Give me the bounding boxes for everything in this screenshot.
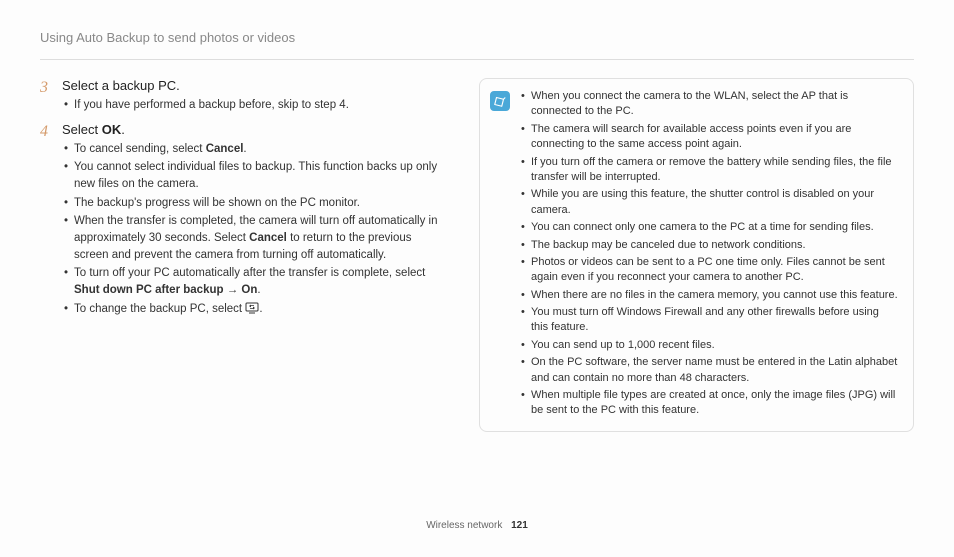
arrow: → <box>224 284 242 296</box>
note-item: You can connect only one camera to the P… <box>520 220 899 235</box>
bullet: To change the backup PC, select . <box>62 301 449 320</box>
t: Cancel <box>249 232 287 244</box>
step-title: Select a backup PC. <box>62 78 449 93</box>
step-4: 4 Select OK. To cancel sending, select C… <box>40 122 449 322</box>
pc-change-icon <box>245 302 259 320</box>
t: On <box>241 284 257 296</box>
page-footer: Wireless network 121 <box>0 520 954 531</box>
footer-section: Wireless network <box>426 520 502 531</box>
note-item: On the PC software, the server name must… <box>520 355 899 386</box>
page-header: Using Auto Backup to send photos or vide… <box>0 0 954 53</box>
bullet: When the transfer is completed, the came… <box>62 213 449 263</box>
note-item: If you turn off the camera or remove the… <box>520 155 899 186</box>
step-body: Select a backup PC. If you have performe… <box>62 78 449 116</box>
step-title: Select OK. <box>62 122 449 137</box>
content-columns: 3 Select a backup PC. If you have perfor… <box>0 60 954 432</box>
step-bullets: To cancel sending, select Cancel. You ca… <box>62 141 449 320</box>
note-icon <box>490 91 510 111</box>
note-item: Photos or videos can be sent to a PC one… <box>520 255 899 286</box>
t: To change the backup PC, select <box>74 303 245 315</box>
left-column: 3 Select a backup PC. If you have perfor… <box>40 78 449 432</box>
bullet: The backup's progress will be shown on t… <box>62 195 449 212</box>
note-list: When you connect the camera to the WLAN,… <box>520 89 899 421</box>
t: To turn off your PC automatically after … <box>74 267 425 279</box>
step-title-bold: OK <box>102 122 122 137</box>
note-item: You must turn off Windows Firewall and a… <box>520 305 899 336</box>
note-item: When multiple file types are created at … <box>520 388 899 419</box>
t: . <box>243 143 246 155</box>
note-item: You can send up to 1,000 recent files. <box>520 338 899 353</box>
note-item: While you are using this feature, the sh… <box>520 187 899 218</box>
step-3: 3 Select a backup PC. If you have perfor… <box>40 78 449 116</box>
bullet: To cancel sending, select Cancel. <box>62 141 449 158</box>
t: Cancel <box>206 143 244 155</box>
note-item: The camera will search for available acc… <box>520 122 899 153</box>
note-box: When you connect the camera to the WLAN,… <box>479 78 914 432</box>
t: . <box>259 303 262 315</box>
note-item: The backup may be canceled due to networ… <box>520 238 899 253</box>
step-number: 3 <box>40 78 62 116</box>
header-title: Using Auto Backup to send photos or vide… <box>40 30 295 45</box>
note-item: When there are no files in the camera me… <box>520 288 899 303</box>
t: . <box>257 284 260 296</box>
step-body: Select OK. To cancel sending, select Can… <box>62 122 449 322</box>
bullet: To turn off your PC automatically after … <box>62 265 449 298</box>
t: To cancel sending, select <box>74 143 206 155</box>
step-bullets: If you have performed a backup before, s… <box>62 97 449 114</box>
bullet: If you have performed a backup before, s… <box>62 97 449 114</box>
step-title-post: . <box>121 122 125 137</box>
bullet: You cannot select individual files to ba… <box>62 159 449 192</box>
step-number: 4 <box>40 122 62 322</box>
page-number: 121 <box>511 520 528 531</box>
step-title-pre: Select <box>62 122 102 137</box>
note-item: When you connect the camera to the WLAN,… <box>520 89 899 120</box>
t: Shut down PC after backup <box>74 284 224 296</box>
